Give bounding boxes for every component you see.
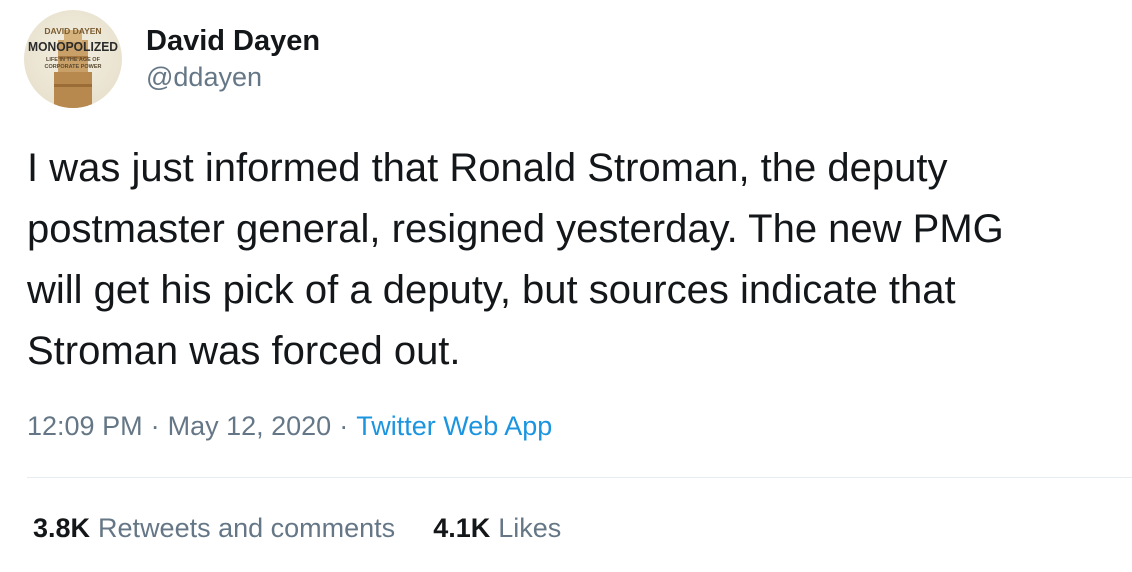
cover-subtitle-line-2: CORPORATE POWER (44, 64, 101, 70)
tweet-card: DAVID DAYEN MONOPOLIZED LIFE IN THE AGE … (0, 0, 1132, 572)
book-cover-avatar-icon: DAVID DAYEN MONOPOLIZED LIFE IN THE AGE … (28, 26, 118, 108)
retweets-count: 3.8K (33, 513, 91, 543)
meta-separator: · (150, 411, 160, 441)
retweets-stat[interactable]: 3.8K Retweets and comments (33, 510, 395, 546)
tweet-time[interactable]: 12:09 PM (27, 411, 143, 441)
cover-title-text: MONOPOLIZED (28, 39, 118, 54)
likes-stat[interactable]: 4.1K Likes (433, 510, 561, 546)
cover-subtitle-line-1: LIFE IN THE AGE OF (46, 57, 101, 63)
tweet-date[interactable]: May 12, 2020 (168, 411, 332, 441)
tweet-metadata: 12:09 PM · May 12, 2020 · Twitter Web App (27, 408, 552, 444)
tweet-text-line: Stroman was forced out. (27, 329, 461, 373)
tweet-stats: 3.8K Retweets and comments 4.1K Likes (33, 510, 599, 546)
tweet-text: I was just informed that Ronald Stroman,… (27, 138, 1117, 382)
cover-author-text: DAVID DAYEN (44, 26, 101, 36)
author-handle[interactable]: @ddayen (146, 59, 320, 95)
avatar[interactable]: DAVID DAYEN MONOPOLIZED LIFE IN THE AGE … (24, 10, 122, 108)
divider (27, 477, 1132, 478)
likes-count: 4.1K (433, 513, 491, 543)
meta-separator: · (339, 411, 349, 441)
tweet-text-line: I was just informed that Ronald Stroman,… (27, 146, 948, 190)
author-names: David Dayen @ddayen (146, 24, 320, 95)
tweet-text-line: postmaster general, resigned yesterday. … (27, 207, 1004, 251)
likes-label: Likes (498, 513, 562, 543)
retweets-label: Retweets and comments (98, 513, 396, 543)
tweet-header: DAVID DAYEN MONOPOLIZED LIFE IN THE AGE … (24, 10, 320, 108)
tweet-text-line: will get his pick of a deputy, but sourc… (27, 268, 956, 312)
author-display-name[interactable]: David Dayen (146, 24, 320, 58)
tweet-source-link[interactable]: Twitter Web App (356, 411, 552, 441)
